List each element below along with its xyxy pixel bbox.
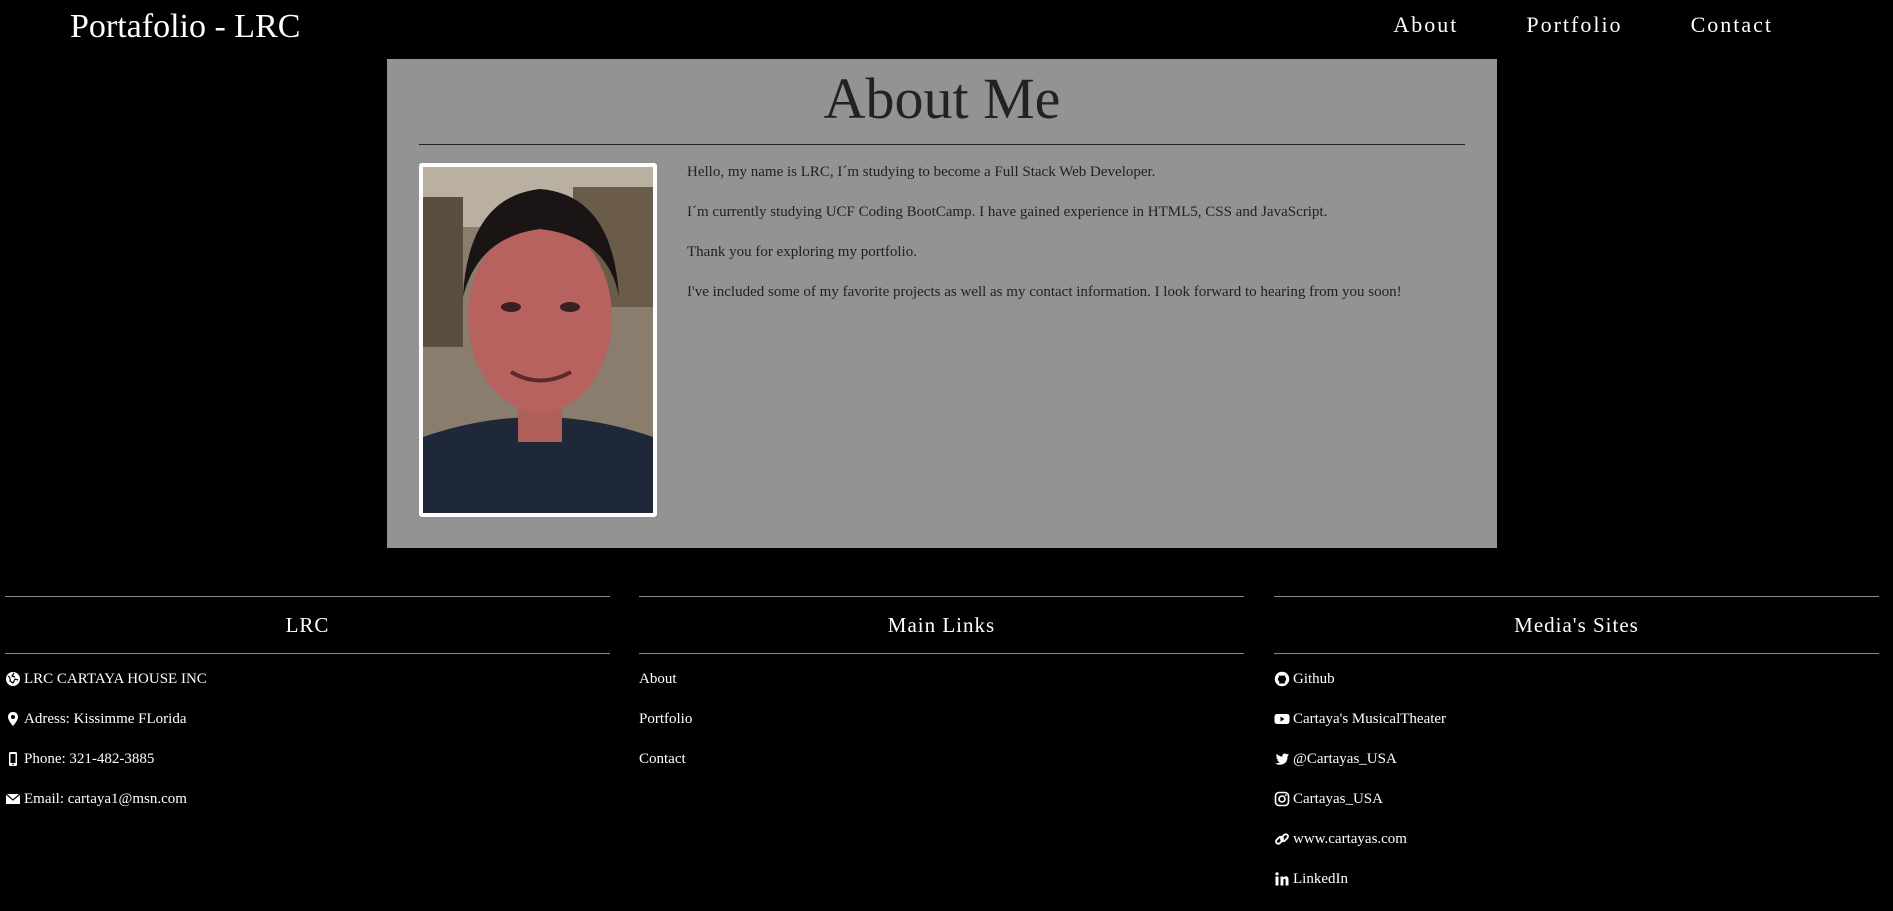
instagram-link[interactable]: Cartayas_USA (1293, 791, 1383, 808)
footer-company-item: Adress: Kissimme FLorida (5, 711, 610, 751)
company-name: LRC CARTAYA HOUSE INC (24, 671, 207, 687)
footer-link-portfolio[interactable]: Portfolio (639, 711, 692, 728)
globe-icon (5, 671, 21, 687)
about-section: About Me Hello, my name is LRC, I´m stud… (387, 59, 1497, 548)
about-divider (419, 144, 1465, 145)
footer-col-title: Media's Sites (1514, 613, 1639, 637)
github-link[interactable]: Github (1293, 671, 1335, 688)
github-icon (1274, 671, 1290, 687)
mobile-phone-icon (5, 751, 21, 767)
footer-col-company: LRC LRC CARTAYA HOUSE INC Adress: Kissim… (5, 596, 610, 831)
youtube-link[interactable]: Cartaya's MusicalTheater (1293, 711, 1446, 728)
footer-col-title: LRC (285, 613, 330, 637)
main-nav: About Portfolio Contact (1359, 10, 1807, 40)
media-link-item: @Cartayas_USA (1274, 751, 1879, 791)
bio-paragraph: Thank you for exploring my portfolio. (687, 244, 917, 260)
linkedin-link[interactable]: LinkedIn (1293, 871, 1348, 888)
youtube-icon (1274, 711, 1290, 727)
nav-contact[interactable]: Contact (1657, 10, 1807, 40)
footer-link-about[interactable]: About (639, 671, 677, 688)
media-link-item: Github (1274, 671, 1879, 711)
nav-portfolio[interactable]: Portfolio (1492, 10, 1656, 40)
profile-photo-image (423, 167, 653, 513)
profile-photo (419, 163, 657, 517)
footer-link-item: Contact (639, 751, 1244, 791)
bio-paragraph: I've included some of my favorite projec… (687, 284, 1402, 300)
footer-company-item: LRC CARTAYA HOUSE INC (5, 671, 610, 711)
twitter-icon (1274, 751, 1290, 767)
envelope-icon (5, 791, 21, 807)
instagram-icon (1274, 791, 1290, 807)
footer-divider (5, 653, 610, 654)
linkedin-icon (1274, 871, 1290, 887)
footer-company-item: Phone: 321-482-3885 (5, 751, 610, 791)
bio-paragraph: Hello, my name is LRC, I´m studying to b… (687, 164, 1156, 180)
media-link-item: Cartaya's MusicalTheater (1274, 711, 1879, 751)
company-phone: Phone: 321-482-3885 (24, 751, 155, 767)
footer-divider (1274, 653, 1879, 654)
bio-paragraph: I´m currently studying UCF Coding BootCa… (687, 204, 1328, 220)
media-link-item: www.cartayas.com (1274, 831, 1879, 871)
footer-company-item: Email: cartaya1@msn.com (5, 791, 610, 831)
about-title: About Me (823, 66, 1061, 131)
map-marker-icon (5, 711, 21, 727)
company-address: Adress: Kissimme FLorida (24, 711, 187, 727)
nav-about[interactable]: About (1359, 10, 1492, 40)
website-link[interactable]: www.cartayas.com (1293, 831, 1407, 848)
footer-col-title: Main Links (887, 613, 996, 637)
media-link-item: LinkedIn (1274, 871, 1879, 911)
twitter-link[interactable]: @Cartayas_USA (1293, 751, 1397, 768)
footer-col-media: Media's Sites Github Cartaya's MusicalTh… (1274, 596, 1879, 911)
link-icon (1274, 831, 1290, 847)
footer-link-contact[interactable]: Contact (639, 751, 686, 768)
media-link-item: Cartayas_USA (1274, 791, 1879, 831)
company-email: Email: cartaya1@msn.com (24, 791, 187, 807)
brand-link[interactable]: Portafolio - LRC (70, 8, 300, 46)
footer-divider (639, 653, 1244, 654)
top-navbar: Portafolio - LRC About Portfolio Contact (0, 0, 1893, 58)
footer-col-main-links: Main Links About Portfolio Contact (639, 596, 1244, 791)
footer-link-item: Portfolio (639, 711, 1244, 751)
about-bio: Hello, my name is LRC, I´m studying to b… (687, 163, 1477, 323)
footer-link-item: About (639, 671, 1244, 711)
